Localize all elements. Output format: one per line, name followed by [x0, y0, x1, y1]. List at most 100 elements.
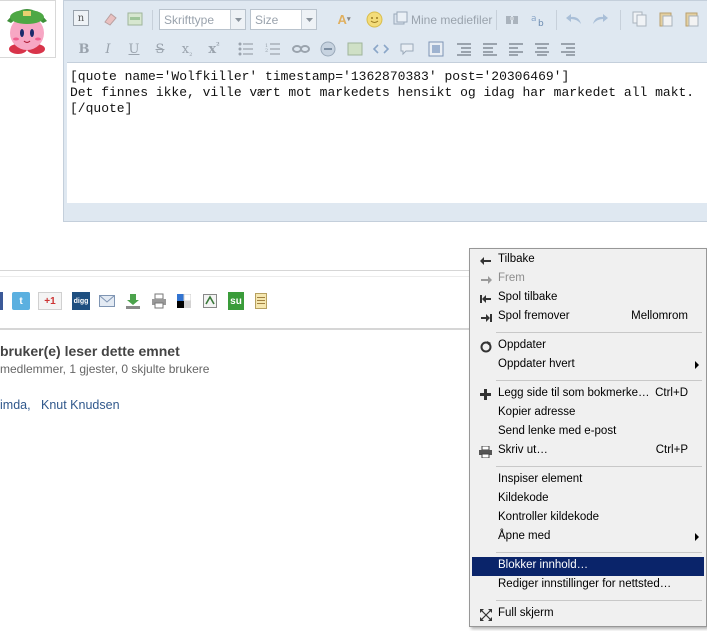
context-menu: Tilbake Frem Spol tilbake Spol fremover …: [469, 248, 707, 627]
menu-item-rewind[interactable]: Spol tilbake: [472, 289, 704, 308]
link-icon[interactable]: [291, 39, 311, 59]
font-family-select[interactable]: Skrifttype: [159, 9, 246, 30]
align-left-indent-icon[interactable]: [454, 39, 474, 59]
toggle-source-icon[interactable]: [125, 9, 145, 29]
print-icon[interactable]: [150, 292, 168, 310]
editor-line-3: [/quote]: [70, 101, 133, 116]
undo-icon[interactable]: [564, 9, 584, 29]
menu-item-label: Kildekode: [498, 492, 549, 504]
google-plus-label: +1: [44, 295, 56, 307]
font-size-select-label: Size: [255, 13, 279, 27]
underline-icon[interactable]: U: [124, 39, 144, 59]
binoculars-icon[interactable]: [502, 9, 522, 29]
menu-item-reload[interactable]: Oppdater: [472, 337, 704, 356]
digg-icon[interactable]: digg: [72, 292, 90, 310]
menu-item-inspect[interactable]: Inspiser element: [472, 471, 704, 490]
strikethrough-icon[interactable]: S: [150, 39, 170, 59]
email-icon[interactable]: [98, 292, 116, 310]
spoiler-icon[interactable]: [426, 39, 446, 59]
menu-item-label: Skriv ut…: [498, 444, 548, 456]
printer-icon: [479, 445, 492, 458]
stumbleupon-icon[interactable]: su: [228, 292, 244, 310]
digg-label: digg: [73, 297, 89, 305]
menu-separator: [496, 600, 702, 601]
editor-line-1: [quote name='Wolfkiller' timestamp='1362…: [70, 69, 570, 84]
image-icon[interactable]: [345, 39, 365, 59]
menu-item-label: Åpne med: [498, 530, 551, 542]
remove-format-button[interactable]: n: [73, 10, 89, 26]
rich-text-editor: n Skrifttype Size A▾ Mine mediefiler ab: [63, 0, 707, 222]
replace-icon[interactable]: ab: [528, 9, 548, 29]
numbered-list-icon[interactable]: 12: [263, 39, 283, 59]
menu-item-print[interactable]: Skriv ut… Ctrl+P: [472, 442, 704, 461]
emoticon-icon[interactable]: [364, 9, 384, 29]
facebook-icon[interactable]: [0, 292, 3, 310]
quote-icon[interactable]: [397, 39, 417, 59]
my-media-button[interactable]: Mine mediefiler: [411, 13, 492, 27]
divider: [0, 276, 480, 277]
code-icon[interactable]: [371, 39, 391, 59]
fast-forward-icon: [479, 311, 492, 324]
arrow-left-icon: [479, 254, 492, 267]
redo-icon[interactable]: [590, 9, 610, 29]
arrow-right-icon: [479, 273, 492, 286]
paste-icon[interactable]: [656, 9, 676, 29]
menu-item-label: Full skjerm: [498, 607, 554, 619]
delicious-icon[interactable]: [176, 292, 192, 310]
submenu-arrow-icon: [695, 533, 699, 541]
superscript-icon[interactable]: x²: [204, 39, 224, 59]
menu-item-bookmark[interactable]: Legg side til som bokmerke… Ctrl+D: [472, 385, 704, 404]
subscript-icon[interactable]: x₂: [177, 39, 197, 59]
unlink-icon[interactable]: [318, 39, 338, 59]
chevron-down-icon: [230, 10, 245, 29]
outdent-icon[interactable]: [480, 39, 500, 59]
text-color-icon[interactable]: A ▾: [331, 9, 357, 29]
menu-item-reload-every[interactable]: Oppdater hvert: [472, 356, 704, 375]
rewind-icon: [479, 292, 492, 305]
menu-item-send-link[interactable]: Send lenke med e-post: [472, 423, 704, 442]
menu-item-shortcut: Ctrl+P: [655, 444, 688, 456]
menu-item-label: Inspiser element: [498, 473, 583, 485]
twitter-icon[interactable]: t: [12, 292, 30, 310]
menu-item-open-with[interactable]: Åpne med: [472, 528, 704, 547]
eraser-icon[interactable]: [100, 9, 120, 29]
menu-item-fullscreen[interactable]: Full skjerm: [472, 605, 704, 624]
menu-item-source[interactable]: Kildekode: [472, 490, 704, 509]
align-center-icon[interactable]: [532, 39, 552, 59]
svg-text:2: 2: [265, 48, 268, 54]
editor-line-2: Det finnes ikke, ville vært mot markedet…: [70, 85, 695, 100]
paste-text-icon[interactable]: [682, 9, 702, 29]
menu-item-copy-address[interactable]: Kopier adresse: [472, 404, 704, 423]
editor-text-area[interactable]: [quote name='Wolfkiller' timestamp='1362…: [67, 62, 707, 203]
menu-item-label: Spol tilbake: [498, 291, 558, 303]
font-size-select[interactable]: Size: [250, 9, 317, 30]
bold-icon[interactable]: B: [74, 39, 94, 59]
bullet-list-icon[interactable]: [236, 39, 256, 59]
align-left-icon[interactable]: [506, 39, 526, 59]
notes-icon[interactable]: [254, 292, 268, 310]
divider: [0, 270, 480, 271]
menu-item-validate-source[interactable]: Kontroller kildekode: [472, 509, 704, 528]
align-right-icon[interactable]: [558, 39, 578, 59]
menu-item-label: Spol fremover: [498, 310, 570, 322]
menu-item-back[interactable]: Tilbake: [472, 251, 704, 270]
menu-item-label: Kontroller kildekode: [498, 511, 600, 523]
svg-text:b: b: [538, 19, 544, 27]
menu-item-block-content[interactable]: Blokker innhold…: [472, 557, 704, 576]
menu-item-label: Legg side til som bokmerke…: [498, 387, 650, 399]
google-plus-icon[interactable]: +1: [38, 292, 62, 310]
avatar[interactable]: [0, 0, 56, 58]
menu-item-site-preferences[interactable]: Rediger innstillinger for nettsted…: [472, 576, 704, 595]
reader-user-link[interactable]: Knut Knudsen: [41, 398, 120, 412]
menu-item-forward[interactable]: Frem: [472, 270, 704, 289]
reader-user-link[interactable]: imda,: [0, 398, 31, 412]
copy-icon[interactable]: [630, 9, 650, 29]
menu-item-shortcut: Mellomrom: [631, 310, 688, 322]
download-icon[interactable]: [124, 292, 142, 310]
italic-icon[interactable]: I: [98, 39, 118, 59]
menu-item-shortcut: Ctrl+D: [655, 387, 688, 399]
menu-item-fast-forward[interactable]: Spol fremover Mellomrom: [472, 308, 704, 327]
bookmark-share-icon[interactable]: [202, 292, 218, 310]
svg-text:a: a: [531, 14, 537, 24]
media-icon[interactable]: [391, 9, 411, 29]
